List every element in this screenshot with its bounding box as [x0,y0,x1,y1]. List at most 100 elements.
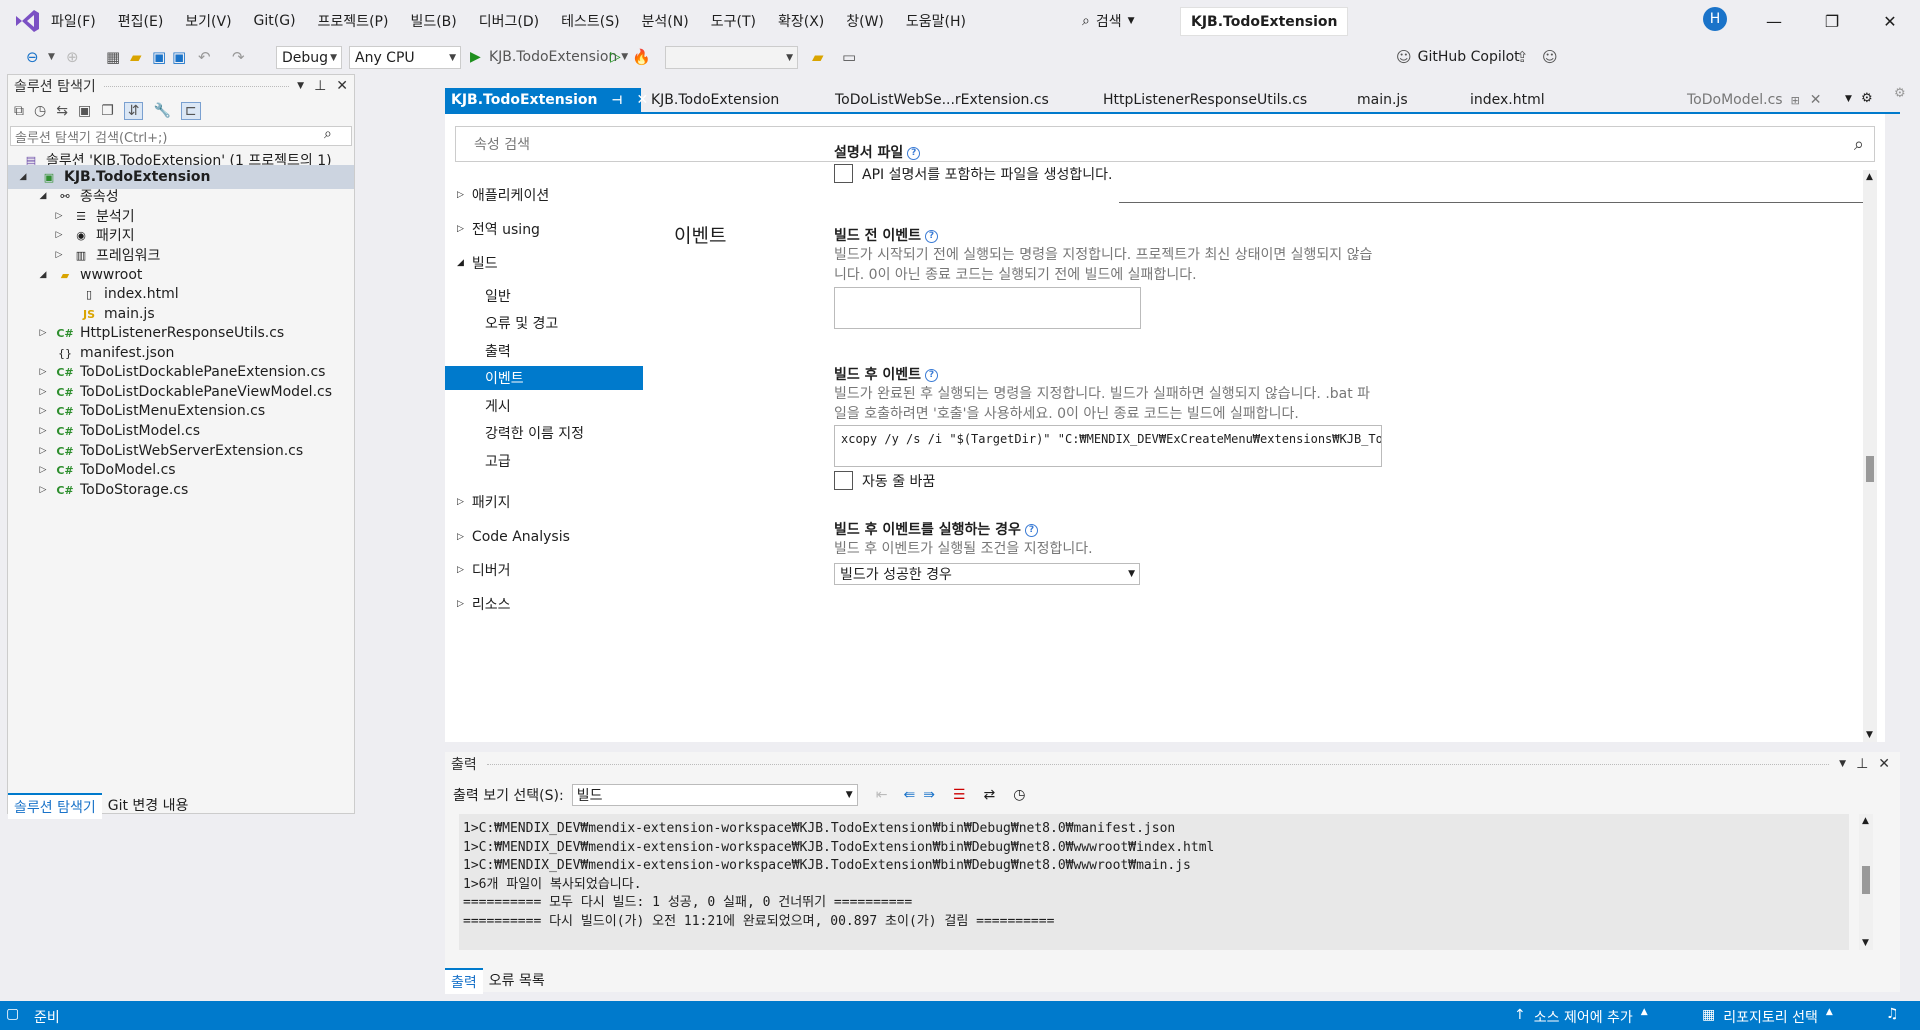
pin-icon[interactable]: ⊥ [314,78,326,94]
platform-select[interactable]: Any CPU ▼ [349,46,461,69]
nav-debugger[interactable]: ▷ 디버거 [457,558,511,582]
help-icon[interactable]: ? [907,146,921,160]
preview-icon[interactable]: ⊏ [180,102,201,120]
help-icon[interactable]: ? [1024,523,1038,537]
pending-changes-icon[interactable]: ◷ [34,103,46,119]
menu-build[interactable]: 빌드(B) [399,11,467,31]
menu-file[interactable]: 파일(F) [40,11,107,31]
chevron-down-icon[interactable]: ▼ [297,81,304,91]
gear-icon[interactable]: ⚙ [1861,91,1873,106]
nav-errors-warnings[interactable]: 오류 및 경고 [485,311,558,335]
chevron-down-icon[interactable]: ▼ [1839,759,1846,769]
tree-file[interactable]: ▷ C# ToDoStorage.cs [36,478,189,502]
open-folder-icon[interactable]: ▰ [130,46,142,68]
undo-icon[interactable]: ↶ [198,46,211,68]
scroll-up-icon[interactable]: ▲ [1866,172,1873,182]
close-icon[interactable]: ✕ [336,78,348,94]
properties-side-icon[interactable]: ⚙ [1894,86,1906,101]
feedback-icon[interactable]: ☺ [1542,46,1558,68]
next-message-icon[interactable]: ⇛ [923,787,935,803]
menu-project[interactable]: 프로젝트(P) [307,11,400,31]
share-icon[interactable]: ⇪ [1516,46,1529,68]
output-source-select[interactable]: 빌드 ▼ [571,784,858,806]
post-build-command-input[interactable]: xcopy /y /s /i "$(TargetDir)" "C:₩MENDIX… [834,425,1382,467]
scroll-thumb[interactable] [1866,456,1874,482]
nav-general[interactable]: 일반 [485,284,511,308]
filter-icon[interactable]: ⇵ [123,102,144,120]
start-without-debugging-icon[interactable]: ▷ [610,46,621,68]
menu-edit[interactable]: 편집(E) [107,11,175,31]
tab-index-html[interactable]: index.html [1464,88,1545,112]
sync-icon[interactable]: ⇆ [56,103,68,119]
output-text[interactable]: 1>C:₩MENDIX_DEV₩mendix-extension-workspa… [459,814,1849,950]
help-icon[interactable]: ? [925,229,939,243]
run-target-button[interactable]: KJB.TodoExtension ▼ [489,46,628,68]
menu-extensions[interactable]: 확장(X) [767,11,835,31]
menu-window[interactable]: 창(W) [835,11,895,31]
menu-help[interactable]: 도움말(H) [895,11,977,31]
word-wrap-checkbox[interactable] [834,471,853,490]
tab-todomodel[interactable]: ToDoModel.cs ⊞ ✕ [1681,88,1822,112]
nav-resources[interactable]: ▷ 리소스 [457,592,511,616]
editor-scrollbar[interactable]: ▲ ▼ [1863,170,1877,742]
nav-strong-naming[interactable]: 강력한 이름 지정 [485,421,584,445]
maximize-button[interactable]: ❐ [1812,8,1852,34]
forward-icon[interactable]: ⊕ [66,46,79,68]
back-icon[interactable]: ⊖ [26,46,39,68]
nav-application[interactable]: ▷ 애플리케이션 [457,183,549,207]
nav-global-usings[interactable]: ▷ 전역 using [457,217,540,241]
copilot-button[interactable]: ☺ GitHub Copilot [1396,46,1520,68]
menu-test[interactable]: 테스트(S) [550,11,630,31]
previous-message-icon[interactable]: ⇚ [903,787,915,803]
scroll-down-icon[interactable]: ▼ [1862,938,1869,948]
pin-icon[interactable]: ⊥ [1856,756,1868,772]
clock-icon[interactable]: ◷ [1013,787,1025,803]
menu-debug[interactable]: 디버그(D) [468,11,550,31]
redo-icon[interactable]: ↷ [232,46,245,68]
scroll-thumb[interactable] [1862,866,1870,894]
tab-error-list[interactable]: 오류 목록 [483,968,551,994]
word-wrap-icon[interactable]: ⇄ [983,787,995,803]
nav-output[interactable]: 출력 [485,339,511,363]
tab-httplistener-utils[interactable]: HttpListenerResponseUtils.cs [1097,88,1307,112]
close-icon[interactable]: ✕ [1878,756,1890,772]
clear-all-icon[interactable]: ☰ [953,787,966,803]
notification-bell-icon[interactable]: ♫ [1886,1006,1899,1022]
nav-package[interactable]: ▷ 패키지 [457,490,511,514]
go-to-message-icon[interactable]: ⇤ [876,787,888,803]
avatar[interactable]: H [1703,7,1727,31]
menu-git[interactable]: Git(G) [243,13,307,29]
save-all-icon[interactable]: ▣ [172,46,186,68]
save-icon[interactable]: ▣ [152,46,166,68]
chevron-down-icon[interactable]: ▼ [48,46,55,68]
minimize-button[interactable]: — [1754,8,1794,34]
run-when-select[interactable]: 빌드가 성공한 경우 ▼ [834,563,1140,585]
close-icon[interactable]: ✕ [1810,92,1822,108]
tab-project-file[interactable]: KJB.TodoExtension [645,88,779,112]
nav-code-analysis[interactable]: ▷ Code Analysis [457,525,570,549]
tab-git-changes[interactable]: Git 변경 내용 [102,793,195,819]
nav-events[interactable]: 이벤트 [445,366,643,390]
nav-build[interactable]: ◢ 빌드 [457,251,498,275]
solution-folder-icon[interactable]: ▰ [812,46,824,68]
scroll-up-icon[interactable]: ▲ [1862,816,1869,826]
output-scrollbar[interactable]: ▲ ▼ [1859,814,1873,950]
nav-advanced[interactable]: 고급 [485,449,511,473]
global-search-button[interactable]: ⌕ 검색 ▼ [1082,9,1135,33]
keep-open-icon[interactable]: ⊞ [1791,94,1800,107]
tab-main-js[interactable]: main.js [1351,88,1408,112]
layout-icon[interactable]: ▭ [842,46,856,68]
show-all-files-icon[interactable]: ❐ [101,103,114,119]
hot-reload-icon[interactable]: 🔥 [632,46,651,68]
menu-analyze[interactable]: 분석(N) [631,11,700,31]
tab-solution-explorer[interactable]: 솔루션 탐색기 [8,793,102,819]
chevron-down-icon[interactable]: ▼ [1845,94,1852,104]
properties-icon[interactable]: 🔧 [153,103,170,119]
collapse-all-icon[interactable]: ▣ [78,103,91,119]
play-icon[interactable]: ▶ [470,46,481,68]
tab-project-properties[interactable]: KJB.TodoExtension ⊣ ✕ [445,88,648,112]
menu-view[interactable]: 보기(V) [174,11,242,31]
switch-views-icon[interactable]: ⧉ [14,103,24,119]
property-search-input[interactable]: 속성 검색 ⌕ [455,126,1875,162]
pre-build-command-input[interactable] [834,287,1141,329]
